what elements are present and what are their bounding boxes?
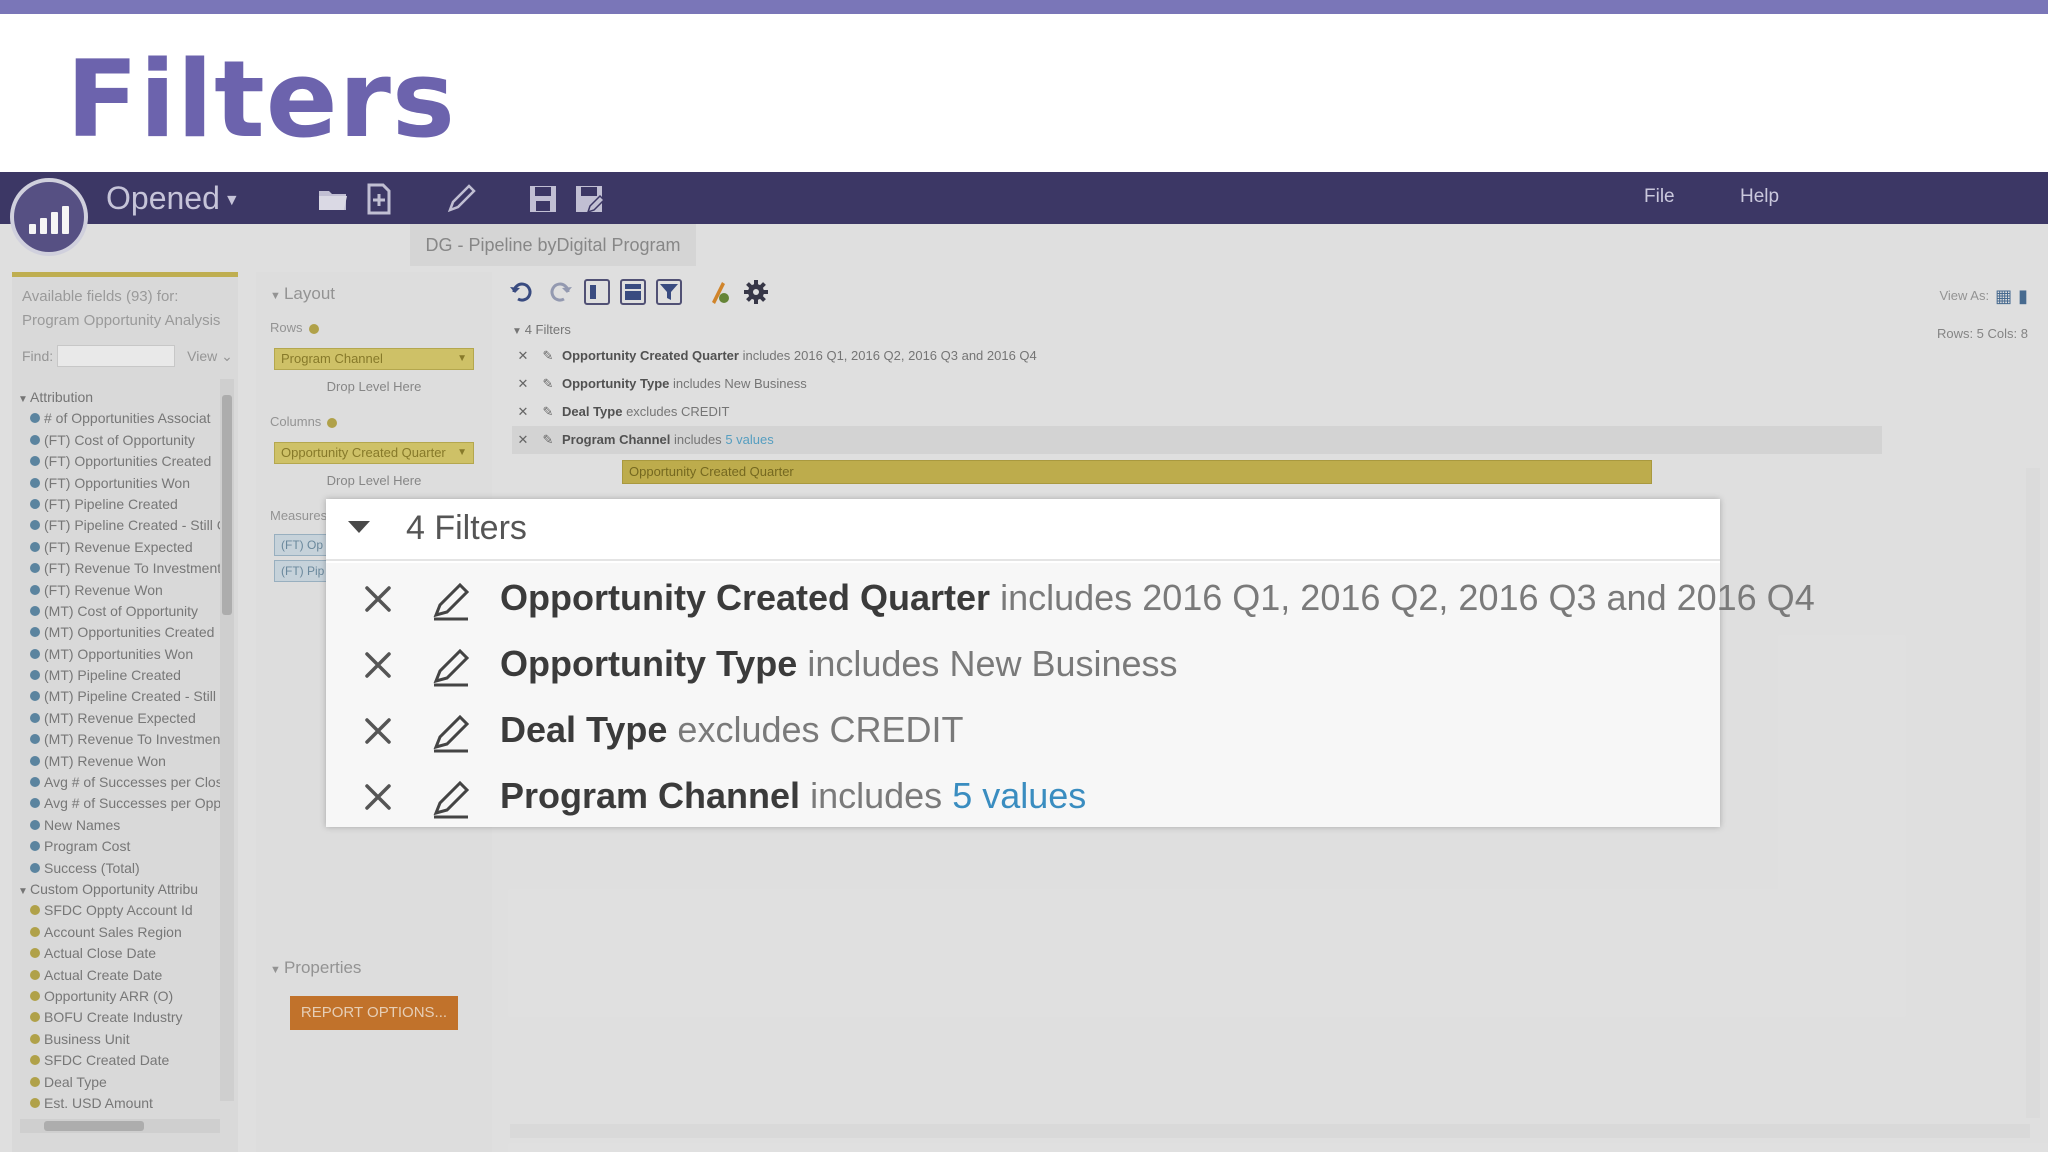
- remove-filter-icon[interactable]: [362, 781, 394, 813]
- callout-header: 4 Filters: [326, 499, 1720, 561]
- filter-value: 2016 Q1, 2016 Q2, 2016 Q3 and 2016 Q4: [1142, 577, 1815, 618]
- filter-name: Program Channel: [500, 775, 801, 816]
- edit-filter-icon[interactable]: [430, 713, 474, 753]
- filter-name: Opportunity Type: [500, 643, 798, 684]
- remove-filter-icon[interactable]: [362, 715, 394, 747]
- edit-filter-icon[interactable]: [430, 647, 474, 687]
- remove-filter-icon[interactable]: [362, 649, 394, 681]
- collapse-triangle-icon[interactable]: [348, 521, 370, 533]
- callout-filter-list: Opportunity Created Quarter includes 201…: [326, 563, 1815, 827]
- filter-name: Deal Type: [500, 709, 668, 750]
- filter-operator: includes: [1000, 577, 1133, 618]
- filter-operator: includes: [810, 775, 943, 816]
- callout-filter-text: Opportunity Created Quarter includes 201…: [500, 575, 1815, 621]
- filter-name: Opportunity Created Quarter: [500, 577, 991, 618]
- callout-filter-row: Program Channel includes 5 values: [326, 773, 1720, 839]
- filters-zoom-callout: 4 Filters Opportunity Created Quarter in…: [326, 499, 1815, 827]
- slide-title: Filters: [66, 38, 457, 161]
- callout-filter-row: Opportunity Created Quarter includes 201…: [326, 575, 1815, 641]
- remove-filter-icon[interactable]: [362, 583, 394, 615]
- edit-filter-icon[interactable]: [430, 779, 474, 819]
- callout-filter-text: Opportunity Type includes New Business: [500, 641, 1178, 687]
- edit-filter-icon[interactable]: [430, 581, 474, 621]
- callout-filter-text: Program Channel includes 5 values: [500, 773, 1086, 819]
- filter-values-link[interactable]: 5 values: [952, 775, 1086, 816]
- filter-value: New Business: [949, 643, 1178, 684]
- callout-filter-row: Deal Type excludes CREDIT: [326, 707, 1720, 773]
- filter-operator: includes: [807, 643, 940, 684]
- top-accent-stripe: [0, 0, 2048, 14]
- callout-filter-text: Deal Type excludes CREDIT: [500, 707, 964, 753]
- filter-operator: excludes: [677, 709, 820, 750]
- filter-value: CREDIT: [829, 709, 964, 750]
- callout-filter-row: Opportunity Type includes New Business: [326, 641, 1720, 707]
- callout-title: 4 Filters: [406, 509, 527, 547]
